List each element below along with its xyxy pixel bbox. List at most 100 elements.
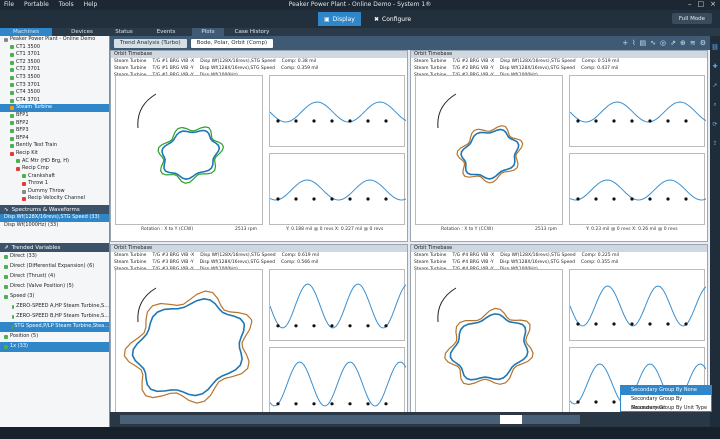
menu-item-group-unit-type[interactable]: Secondary Group By Unit Type	[621, 404, 711, 413]
tree-node[interactable]: BFP1	[0, 112, 109, 120]
plot-tab-bode[interactable]: Bode, Polar, Orbit (Comp)	[190, 38, 274, 48]
waveform-x-plot[interactable]	[569, 75, 706, 147]
trend-icon[interactable]: ⇗	[670, 39, 676, 47]
spectrum-item[interactable]: Disp Wf(128X/16revs),STG Speed (33)	[0, 214, 109, 222]
tree-node[interactable]: Crankshaft	[0, 173, 109, 181]
trended-item[interactable]: ZERO-SPEED A,HP Steam Turbine,S...	[0, 302, 109, 312]
tab-status[interactable]: Status	[112, 28, 136, 36]
tree-node[interactable]: Recip Kit	[0, 150, 109, 158]
menu-portable[interactable]: Portable	[24, 1, 49, 8]
tab-case-history[interactable]: Case History	[230, 28, 274, 36]
channel-field: Disp Wf(128X/16revs),STG Speed	[200, 59, 276, 64]
display-mode-button[interactable]: ▣ Display	[318, 12, 361, 26]
tree-node[interactable]: Peaker Power Plant - Online Demo	[0, 36, 109, 44]
pin-icon[interactable]: ✚	[712, 63, 717, 70]
tree-node[interactable]: BFP4	[0, 135, 109, 143]
orbit-plot[interactable]	[115, 75, 263, 225]
main-tabs: Machines Devices Status Events Plots Cas…	[0, 28, 720, 36]
waveform-x-plot[interactable]	[569, 269, 706, 341]
waveform-y-plot[interactable]	[269, 153, 406, 225]
trended-item[interactable]: Speed (3)	[0, 292, 109, 302]
tree-node[interactable]: Dummy Throw	[0, 188, 109, 196]
trended-item[interactable]: Position (5)	[0, 332, 109, 342]
time-slider-thumb[interactable]	[500, 415, 522, 424]
menu-item-group-measurement[interactable]: Secondary Group By Measurement	[621, 395, 711, 411]
tree-node[interactable]: CT1 3701	[0, 51, 109, 59]
trended-item[interactable]: ZERO-SPEED B,HP Steam Turbine,S...	[0, 312, 109, 322]
channel-row[interactable]: Steam Turbine T/G #2 BRG VIB -X Disp Wf(12…	[411, 58, 707, 65]
polar-icon[interactable]: ⊕	[680, 39, 686, 47]
plot-tab-trend[interactable]: Trend Analysis (Turbo)	[114, 38, 187, 48]
tab-devices[interactable]: Devices	[54, 28, 110, 36]
tree-node[interactable]: CT3 3701	[0, 82, 109, 90]
tab-events[interactable]: Events	[152, 28, 180, 36]
tab-machines[interactable]: Machines	[0, 28, 52, 36]
trended-item[interactable]: Direct (Valve Position) (5)	[0, 282, 109, 292]
waveform-trace	[570, 179, 706, 201]
cursor-icon[interactable]: ➚	[712, 82, 717, 89]
keyphasor-dot	[330, 402, 334, 406]
menu-file[interactable]: File	[4, 1, 14, 8]
full-mode-button[interactable]: Full Mode	[672, 13, 712, 24]
trended-item[interactable]: Direct (Differential Expansion) (6)	[0, 262, 109, 272]
tree-node[interactable]: BFP2	[0, 120, 109, 128]
close-icon[interactable]: ×	[710, 0, 716, 8]
line-chart-icon[interactable]: ⌇	[632, 39, 635, 47]
minimize-icon[interactable]: –	[688, 0, 692, 8]
rpm-label: 2513 rpm	[535, 227, 557, 232]
settings-icon[interactable]: ⚙	[700, 39, 706, 47]
tree-node[interactable]: AC Mtr (HD Brg, H)	[0, 158, 109, 166]
channel-row[interactable]: Steam Turbine T/G #4 BRG VIB -Y Disp Wf(12…	[411, 259, 707, 266]
menu-tools[interactable]: Tools	[59, 1, 74, 8]
orbit-icon[interactable]: ◎	[660, 39, 666, 47]
export-icon[interactable]: ⇪	[712, 140, 717, 147]
menu-help[interactable]: Help	[84, 1, 98, 8]
tree-node[interactable]: CT4 3500	[0, 89, 109, 97]
waveform-x-plot[interactable]	[269, 269, 406, 341]
time-slider[interactable]	[120, 415, 580, 424]
zoom-icon[interactable]: ⌕	[713, 101, 716, 109]
trended-item[interactable]: Direct (Thrust) (4)	[0, 272, 109, 282]
orbit-plot[interactable]	[115, 269, 263, 419]
tree-node[interactable]: Steam Turbine	[0, 104, 109, 112]
waveform-y-plot[interactable]	[569, 153, 706, 225]
plot-title: Orbit Timebase	[111, 51, 407, 58]
maximize-icon[interactable]: □	[698, 0, 705, 8]
tab-plots[interactable]: Plots	[192, 28, 224, 36]
channel-row[interactable]: Steam Turbine T/G #4 BRG VIB -X Disp Wf(12…	[411, 252, 707, 259]
orbit-plot[interactable]	[415, 269, 563, 419]
tree-node[interactable]: CT4 3701	[0, 97, 109, 105]
channel-row[interactable]: Steam Turbine T/G #3 BRG VIB -Y Disp Wf(12…	[111, 259, 407, 266]
channel-row[interactable]: Steam Turbine T/G #1 BRG VIB -X Disp Wf(12…	[111, 58, 407, 65]
channel-field: Disp Wf(128X/16revs),STG Speed	[199, 260, 276, 265]
channel-row[interactable]: Steam Turbine T/G #3 BRG VIB -X Disp Wf(12…	[111, 252, 407, 259]
tree-node[interactable]: CT2 3500	[0, 59, 109, 67]
tree-node[interactable]: Recip Cmp	[0, 165, 109, 173]
spectrums-section-header[interactable]: ∿ Spectrums & Waveforms	[0, 205, 109, 215]
channel-row[interactable]: Steam Turbine T/G #2 BRG VIB -Y Disp Wf(12…	[411, 65, 707, 72]
tree-node[interactable]: Throw 1	[0, 180, 109, 188]
spectrum-item[interactable]: Disp Wf(1000Hz) (33)	[0, 222, 109, 230]
cascade-icon[interactable]: ≋	[690, 39, 696, 47]
channel-row[interactable]: Steam Turbine T/G #1 BRG VIB -Y Disp Wf(12…	[111, 65, 407, 72]
tree-node[interactable]: BFP3	[0, 127, 109, 135]
waveform-x-plot[interactable]	[269, 75, 406, 147]
tree-node[interactable]: CT2 3701	[0, 66, 109, 74]
tree-node[interactable]: CT1 3500	[0, 44, 109, 52]
sync-icon[interactable]: ⟳	[712, 121, 717, 128]
trended-item[interactable]: Direct (33)	[0, 252, 109, 262]
tree-node[interactable]: CT3 3500	[0, 74, 109, 82]
bar-chart-icon[interactable]: ▤	[639, 39, 646, 47]
waveform-icon[interactable]: ∿	[650, 39, 656, 47]
tree-node[interactable]: Recip Velocity Channel	[0, 195, 109, 203]
orbit-plot[interactable]	[415, 75, 563, 225]
trended-item[interactable]: 1x (33)	[0, 342, 109, 353]
tree-node[interactable]: Bently Test Train	[0, 142, 109, 150]
trended-section-header[interactable]: ⇗ Trended Variables	[0, 243, 109, 253]
trended-item[interactable]: STG Speed,P/LP Steam Turbine,Stea...	[0, 322, 109, 333]
add-icon[interactable]: +	[622, 39, 628, 47]
menu-item-group-none[interactable]: Secondary Group By None	[621, 386, 711, 395]
link-icon[interactable]: ⛓	[711, 44, 719, 51]
configure-mode-button[interactable]: ✖ Configure	[368, 12, 417, 26]
waveform-y-plot[interactable]	[269, 347, 406, 419]
